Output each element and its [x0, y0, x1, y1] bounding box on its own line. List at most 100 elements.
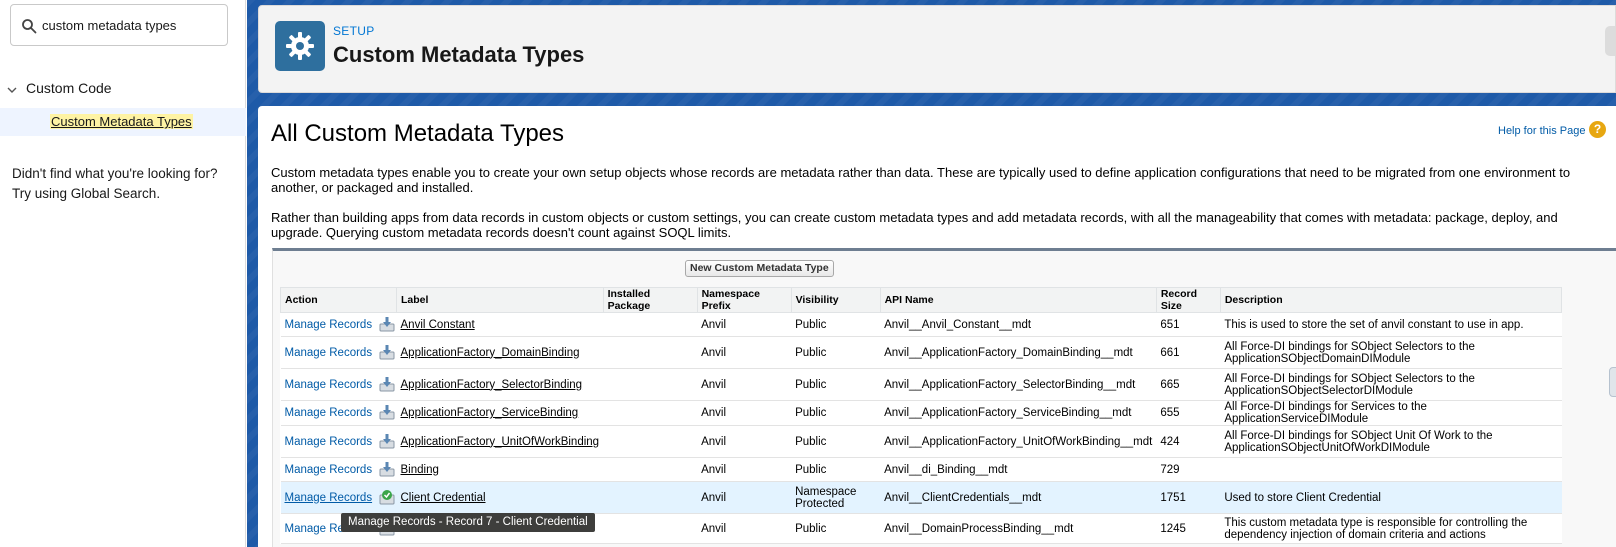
- global-search-hint: Didn't find what you're looking for? Try…: [12, 164, 236, 204]
- installed-package-cell: [603, 425, 698, 458]
- description-cell: All Force-DI bindings for SObject Unit O…: [1220, 425, 1562, 458]
- api-name-cell: Anvil__ApplicationFactory_DomainBinding_…: [880, 336, 1157, 369]
- installed-package-cell: [603, 336, 698, 369]
- metadata-type-label-link[interactable]: ApplicationFactory_SelectorBinding: [401, 379, 583, 391]
- installed-package-cell: [603, 457, 698, 482]
- api-name-cell: Anvil__ApplicationFactory_SelectorBindin…: [880, 368, 1157, 401]
- action-cell: Manage Records: [280, 457, 397, 482]
- metadata-types-table: Action Label Installed Package Namespace…: [280, 287, 1563, 544]
- namespace-prefix-cell: Anvil: [697, 425, 792, 458]
- download-icon: [379, 344, 394, 359]
- description-paragraph-1: Custom metadata types enable you to crea…: [271, 165, 1571, 195]
- help-for-this-page-link[interactable]: Help for this Page: [1498, 125, 1585, 137]
- download-icon: [379, 461, 394, 476]
- setup-sidebar: Custom Code Custom Metadata Types Didn't…: [0, 0, 246, 547]
- visibility-cell: Public: [791, 513, 881, 544]
- manage-records-link[interactable]: Manage Records: [285, 319, 373, 331]
- tree-group-label: Custom Code: [26, 80, 112, 96]
- label-cell: Anvil Constant: [396, 312, 604, 337]
- api-name-cell: Anvil__di_Binding__mdt: [880, 457, 1157, 482]
- tree-group-custom-code[interactable]: Custom Code: [0, 78, 246, 100]
- record-size-cell: 1751: [1156, 481, 1221, 514]
- description-cell: [1220, 457, 1562, 482]
- manage-records-link[interactable]: Manage Records: [285, 407, 373, 419]
- manage-records-link[interactable]: Manage Records: [285, 347, 373, 359]
- action-cell: Manage Records: [280, 481, 397, 514]
- chevron-down-icon[interactable]: [6, 84, 18, 96]
- namespace-prefix-cell: Anvil: [697, 513, 792, 544]
- tree-item-label[interactable]: Custom Metadata Types: [50, 114, 193, 129]
- metadata-type-label-link[interactable]: ApplicationFactory_DomainBinding: [401, 347, 580, 359]
- description-cell: This is used to store the set of anvil c…: [1220, 312, 1562, 337]
- quick-find-box[interactable]: [10, 4, 228, 46]
- description-cell: This custom metadata type is responsible…: [1220, 513, 1562, 544]
- action-cell: Manage Records: [280, 336, 397, 369]
- table-row: Manage Records Anvil Constant Anvil Public A…: [280, 312, 1562, 337]
- help-icon[interactable]: ?: [1589, 121, 1606, 138]
- label-cell: ApplicationFactory_ServiceBinding: [396, 400, 604, 426]
- namespace-prefix-cell: Anvil: [697, 336, 792, 369]
- record-size-cell: 729: [1156, 457, 1221, 482]
- installed-package-cell: [603, 400, 698, 426]
- record-size-cell: 665: [1156, 368, 1221, 401]
- gear-icon: [286, 32, 314, 60]
- namespace-prefix-cell: Anvil: [697, 368, 792, 401]
- search-icon: [22, 19, 37, 34]
- column-header-action: Action: [280, 287, 397, 313]
- action-cell: Manage Records: [280, 368, 397, 401]
- hint-line-2: Try using Global Search.: [12, 186, 161, 201]
- manage-records-link[interactable]: Manage Records: [285, 379, 373, 391]
- namespace-prefix-cell: Anvil: [697, 312, 792, 337]
- table-row: Manage Records Client Credential Anvil Name…: [280, 481, 1562, 514]
- label-cell: Binding: [396, 457, 604, 482]
- installed-package-cell: [603, 481, 698, 514]
- record-size-cell: 1245: [1156, 513, 1221, 544]
- manage-records-link[interactable]: Manage Records: [285, 492, 373, 504]
- download-icon: [379, 433, 394, 448]
- table-row: Manage Records ApplicationFactory_DomainB…: [280, 336, 1562, 369]
- namespace-prefix-cell: Anvil: [697, 457, 792, 482]
- quick-find-input[interactable]: [42, 15, 222, 35]
- visibility-cell: Public: [791, 368, 881, 401]
- label-cell: Client Credential: [396, 481, 604, 514]
- side-panel-handle[interactable]: [1605, 26, 1615, 56]
- tree-item-custom-metadata-types[interactable]: Custom Metadata Types: [0, 108, 246, 136]
- visibility-cell: Public: [791, 425, 881, 458]
- column-header-namespace-prefix: Namespace Prefix: [696, 287, 792, 313]
- table-row: Manage Records ApplicationFactory_UnitOfW…: [280, 425, 1562, 458]
- metadata-type-label-link[interactable]: Client Credential: [401, 492, 486, 504]
- column-header-description: Description: [1219, 287, 1563, 313]
- api-name-cell: Anvil__Anvil_Constant__mdt: [880, 312, 1157, 337]
- description-cell: Used to store Client Credential: [1220, 481, 1562, 514]
- visibility-cell: Public: [791, 457, 881, 482]
- visibility-cell: Namespace Protected: [791, 481, 881, 514]
- record-size-cell: 424: [1156, 425, 1221, 458]
- installed-package-cell: [603, 312, 698, 337]
- record-size-cell: 651: [1156, 312, 1221, 337]
- metadata-type-label-link[interactable]: ApplicationFactory_ServiceBinding: [401, 407, 579, 419]
- record-size-cell: 655: [1156, 400, 1221, 426]
- manage-records-link[interactable]: Manage Records: [285, 436, 373, 448]
- side-panel-tab[interactable]: [1609, 367, 1616, 397]
- action-cell: Manage Records: [280, 400, 397, 426]
- api-name-cell: Anvil__ClientCredentials__mdt: [880, 481, 1157, 514]
- record-size-cell: 661: [1156, 336, 1221, 369]
- column-header-visibility: Visibility: [790, 287, 881, 313]
- content-card: All Custom Metadata Types Help for this …: [258, 106, 1616, 547]
- download-icon: [379, 405, 394, 420]
- metadata-type-label-link[interactable]: ApplicationFactory_UnitOfWorkBinding: [401, 436, 600, 448]
- description-paragraph-2: Rather than building apps from data reco…: [271, 210, 1558, 240]
- metadata-type-label-link[interactable]: Binding: [401, 464, 439, 476]
- namespace-prefix-cell: Anvil: [697, 400, 792, 426]
- table-row: Manage Records Binding Anvil Public Anvil__d…: [280, 457, 1562, 482]
- visibility-cell: Public: [791, 312, 881, 337]
- breadcrumb: SETUP: [333, 24, 375, 38]
- download-icon: [379, 316, 394, 331]
- action-cell: Manage Records: [280, 425, 397, 458]
- description-cell: All Force-DI bindings for SObject Select…: [1220, 336, 1562, 369]
- metadata-type-label-link[interactable]: Anvil Constant: [401, 319, 475, 331]
- table-row: Manage Records ApplicationFactory_Selecto…: [280, 368, 1562, 401]
- description-cell: All Force-DI bindings for SObject Select…: [1220, 368, 1562, 401]
- manage-records-link[interactable]: Manage Records: [285, 464, 373, 476]
- new-custom-metadata-type-button[interactable]: New Custom Metadata Type: [685, 260, 834, 277]
